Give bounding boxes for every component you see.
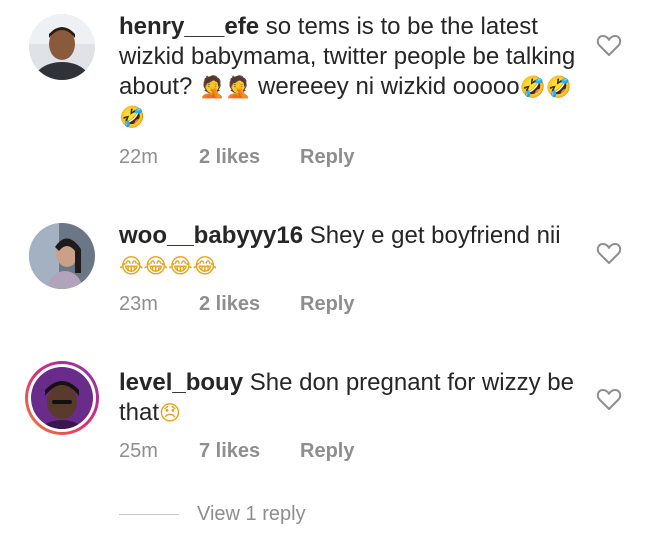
reply-button[interactable]: Reply	[300, 440, 354, 463]
comment-time: 25m	[119, 440, 158, 462]
avatar[interactable]	[29, 223, 95, 289]
heart-outline-icon[interactable]	[596, 33, 622, 57]
comment-username[interactable]: henry___efe	[119, 13, 259, 40]
comment-likes[interactable]: 2 likes	[199, 293, 300, 316]
comment-meta: 23m 2 likes Reply	[119, 293, 354, 316]
comment-likes[interactable]: 2 likes	[199, 146, 300, 169]
comment-time: 22m	[119, 146, 158, 168]
avatar[interactable]	[29, 14, 95, 80]
comment-2: woo__babyyy16 Shey e get boyfriend nii 😂…	[0, 190, 661, 340]
comment-time: 23m	[119, 293, 158, 315]
comment-meta: 22m 2 likes Reply	[119, 146, 354, 169]
comment-username[interactable]: level_bouy	[119, 369, 243, 396]
view-replies-label[interactable]: View 1 reply	[197, 503, 306, 526]
comment-1: henry___efe so tems is to be the latest …	[0, 0, 661, 190]
avatar-story-ring[interactable]	[24, 360, 100, 436]
comment-3: level_bouy She don pregnant for wizzy be…	[0, 340, 661, 490]
comment-meta: 25m 7 likes Reply	[119, 440, 354, 463]
comment-likes[interactable]: 7 likes	[199, 440, 300, 463]
comment-text: henry___efe so tems is to be the latest …	[119, 12, 579, 132]
comment-body-continued: wereeey ni wizkid ooooo	[251, 73, 520, 100]
reply-divider-line	[119, 514, 179, 515]
facepalm-emoji: 🤦	[225, 75, 252, 99]
view-replies-button[interactable]: View 1 reply	[119, 503, 306, 526]
reply-button[interactable]: Reply	[300, 293, 354, 316]
comment-body: Shey e get boyfriend nii	[303, 222, 561, 249]
comment-text: woo__babyyy16 Shey e get boyfriend nii 😂…	[119, 221, 579, 281]
heart-outline-icon[interactable]	[596, 241, 622, 265]
comment-username[interactable]: woo__babyyy16	[119, 222, 303, 249]
reply-button[interactable]: Reply	[300, 146, 354, 169]
disappointed-emoji: 😞	[159, 401, 181, 425]
comment-text: level_bouy She don pregnant for wizzy be…	[119, 368, 579, 428]
laughing-tears-emoji: 😂😂😂😂	[119, 254, 218, 278]
heart-outline-icon[interactable]	[596, 387, 622, 411]
facepalm-emoji: 🤦	[199, 75, 226, 99]
